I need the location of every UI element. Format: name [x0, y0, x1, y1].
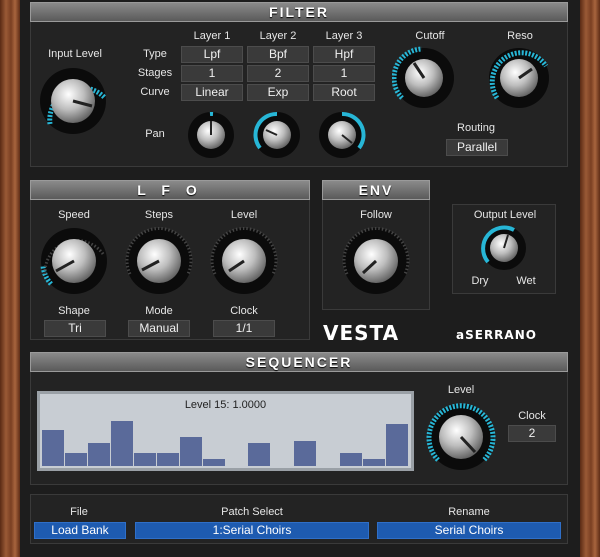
sequencer-title: SEQUENCER	[30, 352, 568, 372]
sequencer-display[interactable]: Level 15: 1.0000	[37, 391, 414, 471]
sequencer-step[interactable]	[156, 452, 180, 466]
reso-knob[interactable]	[487, 46, 551, 110]
lfo-steps-knob[interactable]	[124, 226, 194, 296]
wood-side-right	[580, 0, 600, 557]
output-wet-label: Wet	[516, 275, 536, 287]
sequencer-clock-label: Clock	[518, 410, 546, 422]
output-level-label: Output Level	[473, 209, 537, 221]
sequencer-step[interactable]	[363, 458, 387, 466]
sequencer-step[interactable]	[87, 443, 111, 466]
sequencer-step[interactable]	[133, 452, 157, 466]
product-logo: VESTA	[323, 321, 400, 345]
layer1-curve-field[interactable]: Linear	[181, 84, 243, 101]
output-level-knob[interactable]	[480, 224, 528, 272]
sequencer-step[interactable]	[64, 452, 88, 466]
sequencer-step[interactable]	[179, 437, 203, 466]
reso-label: Reso	[507, 30, 533, 42]
type-row-label: Type	[143, 48, 167, 60]
layer1-pan-knob[interactable]	[186, 110, 236, 160]
rename-field[interactable]: Serial Choirs	[377, 522, 561, 539]
output-dry-label: Dry	[471, 275, 489, 287]
lfo-mode-field[interactable]: Manual	[128, 320, 190, 337]
stages-row-label: Stages	[137, 67, 173, 79]
layer2-pan-knob[interactable]	[252, 110, 302, 160]
sequencer-step[interactable]	[42, 430, 65, 466]
sequencer-level-label: Level	[447, 384, 475, 396]
cutoff-label: Cutoff	[415, 30, 445, 42]
maker-logo: aSERRANO	[456, 328, 537, 342]
lfo-clock-field[interactable]: 1/1	[213, 320, 275, 337]
routing-field[interactable]: Parallel	[446, 139, 508, 156]
sequencer-step[interactable]	[110, 421, 134, 466]
sequencer-step[interactable]	[340, 452, 364, 466]
rename-label: Rename	[448, 506, 490, 518]
layer1-stages-field[interactable]: 1	[181, 65, 243, 82]
lfo-speed-label: Speed	[58, 209, 90, 221]
layer2-curve-field[interactable]: Exp	[247, 84, 309, 101]
pan-row-label: Pan	[145, 128, 165, 140]
layer3-curve-field[interactable]: Root	[313, 84, 375, 101]
env-follow-knob[interactable]	[341, 226, 411, 296]
cutoff-knob[interactable]	[392, 46, 456, 110]
env-follow-label: Follow	[360, 209, 392, 221]
patch-select-field[interactable]: 1:Serial Choirs	[135, 522, 369, 539]
layer3-name: Layer 3	[325, 30, 363, 42]
lfo-level-label: Level	[230, 209, 258, 221]
lfo-steps-label: Steps	[144, 209, 174, 221]
sequencer-step[interactable]	[248, 443, 272, 466]
layer2-type-field[interactable]: Bpf	[247, 46, 309, 63]
routing-label: Routing	[457, 122, 495, 134]
layer3-type-field[interactable]: Hpf	[313, 46, 375, 63]
wood-side-left	[0, 0, 20, 557]
layer2-name: Layer 2	[259, 30, 297, 42]
lfo-shape-label: Shape	[58, 305, 90, 317]
lfo-mode-label: Mode	[145, 305, 173, 317]
filter-title: FILTER	[30, 2, 568, 22]
sequencer-steps[interactable]	[42, 406, 409, 466]
lfo-title: L F O	[30, 180, 310, 200]
layer3-stages-field[interactable]: 1	[313, 65, 375, 82]
input-level-label: Input Level	[48, 48, 102, 60]
layer3-pan-knob[interactable]	[317, 110, 367, 160]
layer2-stages-field[interactable]: 2	[247, 65, 309, 82]
sequencer-level-knob[interactable]	[426, 402, 496, 472]
patch-select-label: Patch Select	[221, 506, 283, 518]
env-title: ENV	[322, 180, 430, 200]
sequencer-step[interactable]	[294, 440, 318, 466]
lfo-level-knob[interactable]	[209, 226, 279, 296]
layer1-type-field[interactable]: Lpf	[181, 46, 243, 63]
file-button[interactable]: Load Bank	[34, 522, 126, 539]
input-level-knob[interactable]	[38, 66, 108, 136]
curve-row-label: Curve	[140, 86, 170, 98]
file-label: File	[70, 506, 88, 518]
lfo-clock-label: Clock	[230, 305, 258, 317]
sequencer-clock-field[interactable]: 2	[508, 425, 556, 442]
sequencer-step[interactable]	[386, 424, 409, 466]
sequencer-step[interactable]	[202, 458, 226, 466]
lfo-shape-field[interactable]: Tri	[44, 320, 106, 337]
lfo-speed-knob[interactable]	[39, 226, 109, 296]
layer1-name: Layer 1	[193, 30, 231, 42]
